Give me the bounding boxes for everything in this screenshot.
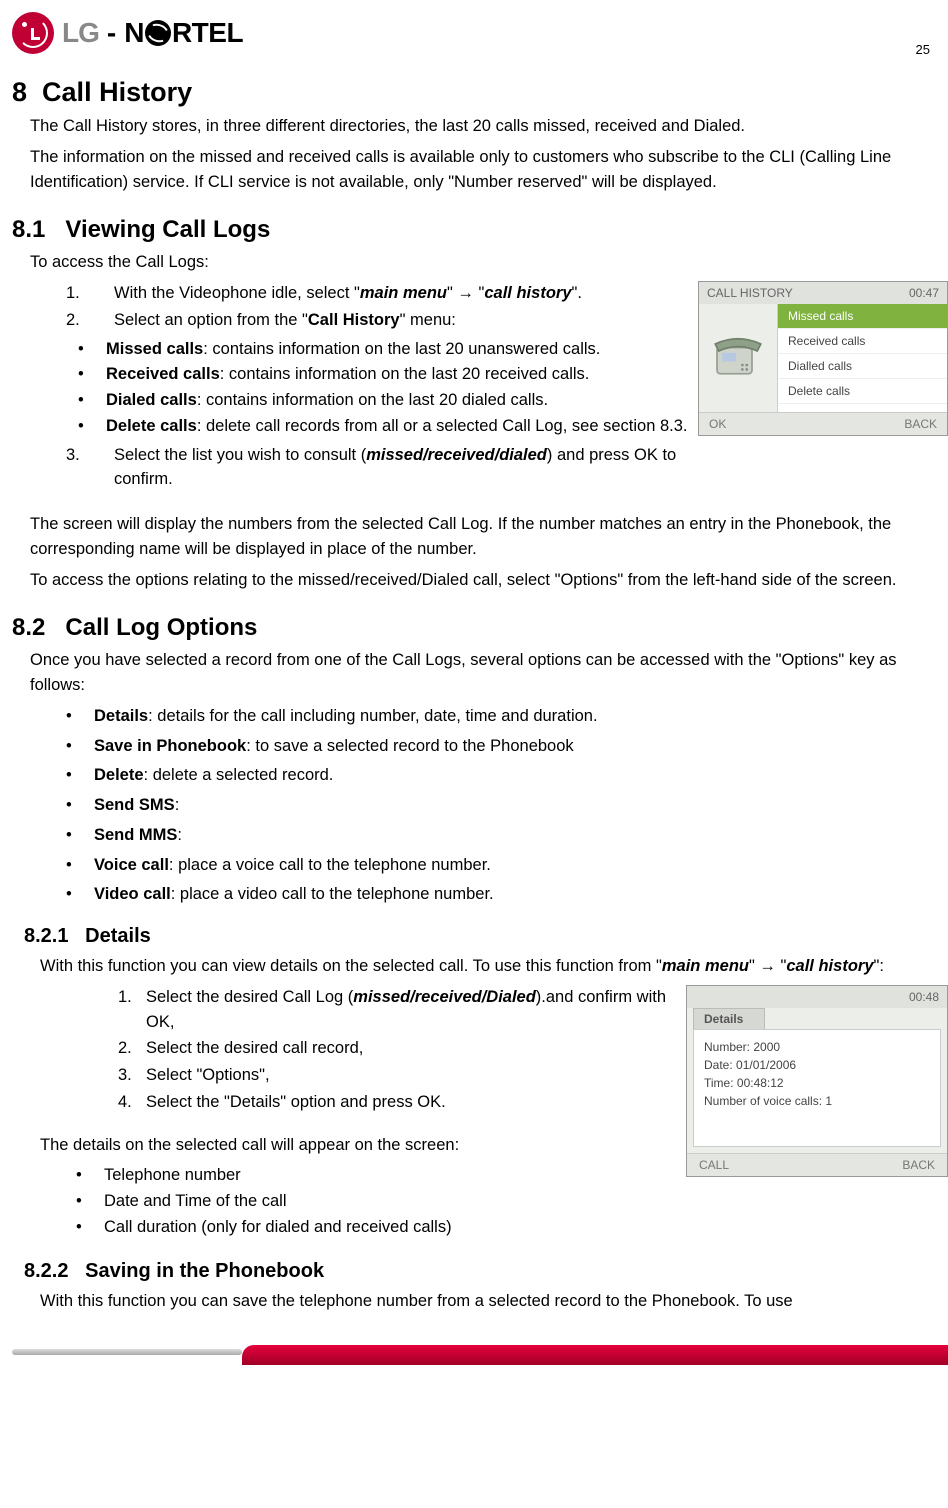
s821-detail-duration: •Call duration (only for dialed and rece… xyxy=(76,1215,948,1240)
s81-bullet-received: •Received calls: contains information on… xyxy=(78,362,688,387)
s82-opt-details: •Details: details for the call including… xyxy=(66,704,948,729)
s821-detail-datetime: •Date and Time of the call xyxy=(76,1189,948,1214)
s82-opt-mms: •Send MMS: xyxy=(66,823,948,848)
shot2-line-date: Date: 01/01/2006 xyxy=(704,1056,930,1074)
s81-bullet-dialed: •Dialed calls: contains information on t… xyxy=(78,388,688,413)
shot1-time: 00:47 xyxy=(909,286,939,300)
footer-decoration xyxy=(12,1343,948,1373)
shot2-time: 00:48 xyxy=(909,990,939,1004)
s81-after-2: To access the options relating to the mi… xyxy=(30,568,948,593)
phone-icon xyxy=(699,304,777,412)
s821-lead: With this function you can view details … xyxy=(40,954,948,979)
lg-text: LG xyxy=(62,17,99,49)
s821-detail-phone: •Telephone number xyxy=(76,1163,676,1188)
heading-8-2: 8.2 Call Log Options xyxy=(12,614,948,642)
s81-step-1: 1. With the Videophone idle, select "mai… xyxy=(66,281,688,306)
s82-opt-voice: •Voice call: place a voice call to the t… xyxy=(66,853,948,878)
shot2-tab-details: Details xyxy=(693,1008,765,1029)
globe-icon xyxy=(145,20,171,46)
shot2-line-number: Number: 2000 xyxy=(704,1038,930,1056)
s82-opt-delete: •Delete: delete a selected record. xyxy=(66,763,948,788)
s821-step-2: 2.Select the desired call record, xyxy=(118,1036,676,1061)
heading-8-1: 8.1 Viewing Call Logs xyxy=(12,216,948,244)
shot2-softkey-back: BACK xyxy=(902,1158,935,1172)
brand-logo: LG - NRTEL xyxy=(12,12,243,54)
s821-step-3: 3.Select "Options", xyxy=(118,1063,676,1088)
details-screenshot: 00:48 Details Number: 2000 Date: 01/01/2… xyxy=(686,985,948,1177)
shot1-menu-item-received: Received calls xyxy=(778,329,947,354)
s821-step-4: 4.Select the "Details" option and press … xyxy=(118,1090,676,1115)
heading-8: 8 Call History xyxy=(12,77,948,108)
call-history-screenshot: CALL HISTORY 00:47 Missed calls Received… xyxy=(698,281,948,436)
shot1-menu-item-dialled: Dialled calls xyxy=(778,354,947,379)
nortel-text: NRTEL xyxy=(124,17,243,49)
shot1-title: CALL HISTORY xyxy=(707,286,793,300)
shot2-softkey-call: CALL xyxy=(699,1158,729,1172)
s81-lead: To access the Call Logs: xyxy=(30,250,948,275)
lg-face-icon xyxy=(12,12,54,54)
s82-opt-sms: •Send SMS: xyxy=(66,793,948,818)
s81-step-2: 2. Select an option from the "Call Histo… xyxy=(66,308,688,333)
s82-lead: Once you have selected a record from one… xyxy=(30,648,948,698)
shot1-softkey-back: BACK xyxy=(904,417,937,431)
shot1-menu-item-missed: Missed calls xyxy=(778,304,947,329)
intro-para-2: The information on the missed and receiv… xyxy=(30,145,948,195)
intro-para-1: The Call History stores, in three differ… xyxy=(30,114,948,139)
shot2-line-time: Time: 00:48:12 xyxy=(704,1074,930,1092)
page-number: 25 xyxy=(916,42,930,57)
heading-8-2-2: 8.2.2 Saving in the Phonebook xyxy=(24,1260,948,1283)
s81-step-3: 3. Select the list you wish to consult (… xyxy=(66,443,688,493)
s81-after-1: The screen will display the numbers from… xyxy=(30,512,948,562)
s82-opt-video: •Video call: place a video call to the t… xyxy=(66,882,948,907)
shot1-softkey-ok: OK xyxy=(709,417,726,431)
s821-step-1: 1. Select the desired Call Log (missed/r… xyxy=(118,985,676,1035)
heading-8-2-1: 8.2.1 Details xyxy=(24,925,948,948)
shot2-line-count: Number of voice calls: 1 xyxy=(704,1092,930,1110)
s81-bullet-missed: •Missed calls: contains information on t… xyxy=(78,337,688,362)
s822-para: With this function you can save the tele… xyxy=(40,1289,948,1314)
logo-dash: - xyxy=(107,17,116,49)
s81-bullet-delete: •Delete calls: delete call records from … xyxy=(78,414,688,439)
s82-opt-save: •Save in Phonebook: to save a selected r… xyxy=(66,734,948,759)
shot1-menu-item-delete: Delete calls xyxy=(778,379,947,404)
